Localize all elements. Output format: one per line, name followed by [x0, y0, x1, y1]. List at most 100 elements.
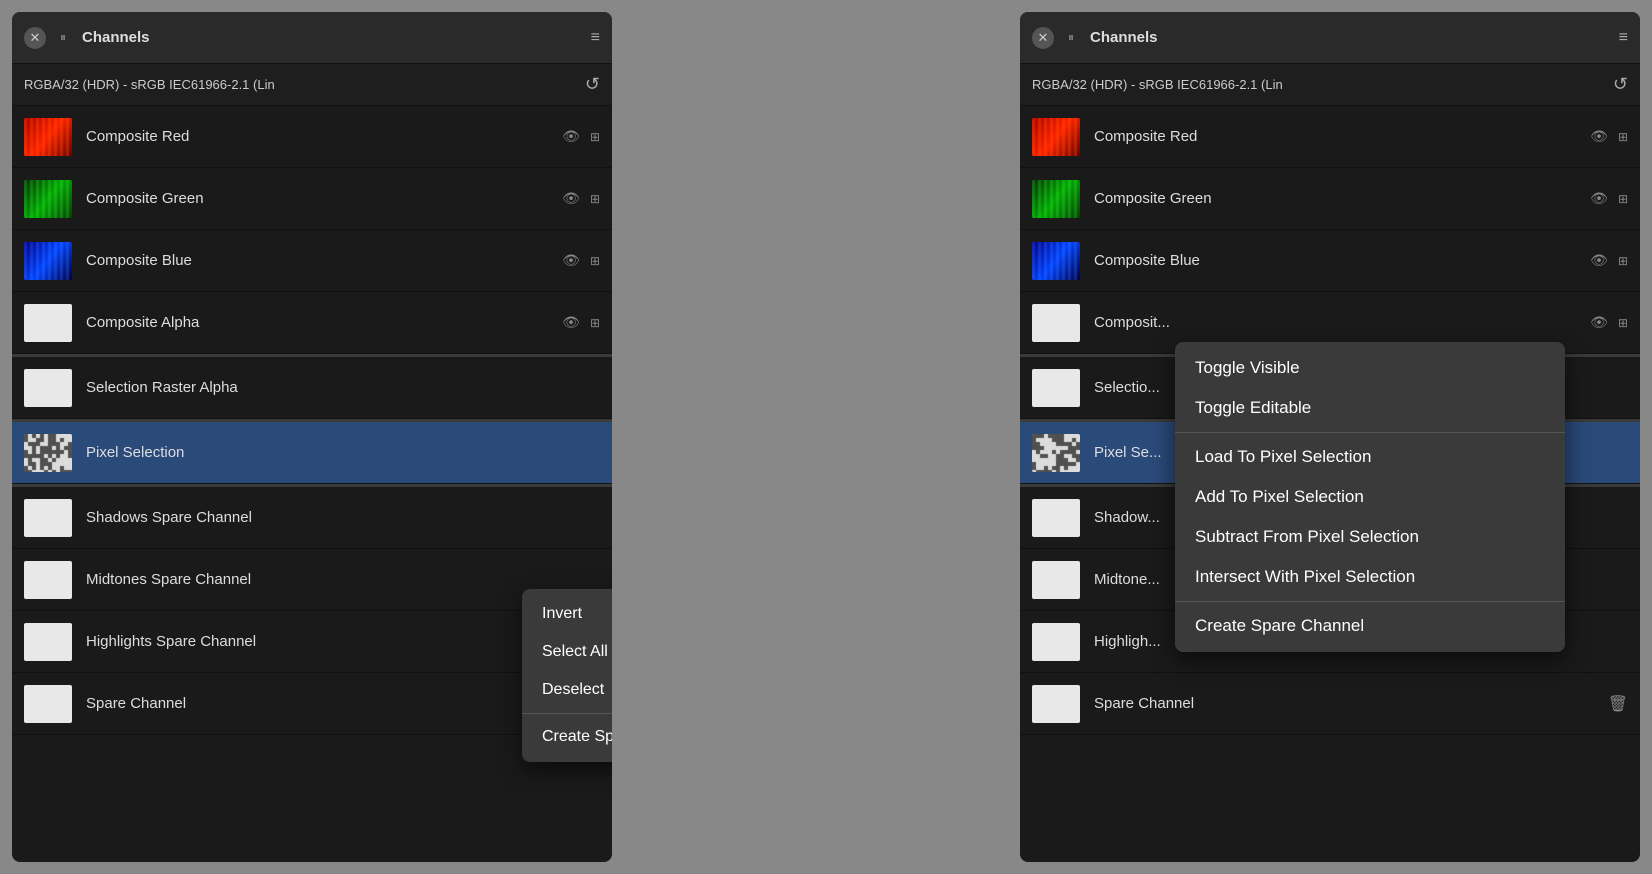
- context-menu-item-create-spare-1[interactable]: Create Spare Channel: [522, 718, 612, 756]
- channel-name-spare-2: Spare Channel: [1094, 695, 1608, 712]
- channel-thumb-red-2: [1032, 118, 1080, 156]
- panel-2-colormode-text: RGBA/32 (HDR) - sRGB IEC61966-2.1 (Lin: [1032, 77, 1613, 92]
- context-menu-item-load-pixel[interactable]: Load To Pixel Selection: [1175, 437, 1565, 477]
- context-menu-item-invert[interactable]: Invert: [522, 595, 612, 633]
- channel-thumb-shadows-2: [1032, 499, 1080, 537]
- sliders-icon-blue-2[interactable]: ⊞: [1618, 254, 1628, 268]
- sliders-icon-red-2[interactable]: ⊞: [1618, 130, 1628, 144]
- channel-icons-alpha-2: 👁 ⊞: [1590, 314, 1628, 331]
- channel-thumb-green-2: [1032, 180, 1080, 218]
- channel-thumb-highlights-2: [1032, 623, 1080, 661]
- channel-thumb-midtones-2: [1032, 561, 1080, 599]
- sliders-icon-red-1[interactable]: ⊞: [590, 130, 600, 144]
- eye-icon-green-2[interactable]: 👁: [1590, 190, 1608, 207]
- sliders-icon-green-2[interactable]: ⊞: [1618, 192, 1628, 206]
- close-icon-1: ✕: [30, 30, 41, 46]
- channel-thumb-highlights-1: [24, 623, 72, 661]
- panel-1-menu-button[interactable]: ≡: [591, 29, 600, 47]
- context-menu-item-toggle-editable[interactable]: Toggle Editable: [1175, 388, 1565, 428]
- channel-item-composite-red-2[interactable]: Composite Red 👁 ⊞: [1020, 106, 1640, 168]
- channel-item-composite-green-1[interactable]: Composite Green 👁 ⊞: [12, 168, 612, 230]
- spacer: [632, 12, 1000, 862]
- channel-name-midtones-1: Midtones Spare Channel: [86, 571, 600, 588]
- panel-2-reset-button[interactable]: ↺: [1613, 74, 1628, 95]
- channel-thumb-selection-raster-1: [24, 369, 72, 407]
- channel-name-shadows-1: Shadows Spare Channel: [86, 509, 600, 526]
- channel-thumb-pixel-1: [24, 434, 72, 472]
- eye-icon-alpha-1[interactable]: 👁: [562, 314, 580, 331]
- eye-icon-alpha-2[interactable]: 👁: [1590, 314, 1608, 331]
- channel-icons-red-2: 👁 ⊞: [1590, 128, 1628, 145]
- eye-icon-red-1[interactable]: 👁: [562, 128, 580, 145]
- channel-icons-green-1: 👁 ⊞: [562, 190, 600, 207]
- channel-name-alpha-1: Composite Alpha: [86, 314, 562, 331]
- pause-button-2[interactable]: ⏸: [1062, 29, 1080, 47]
- panel-1-reset-button[interactable]: ↺: [585, 74, 600, 95]
- sliders-icon-blue-1[interactable]: ⊞: [590, 254, 600, 268]
- channel-item-composite-red-1[interactable]: Composite Red 👁 ⊞: [12, 106, 612, 168]
- eye-icon-blue-2[interactable]: 👁: [1590, 252, 1608, 269]
- panel-2: ✕ ⏸ Channels ≡ RGBA/32 (HDR) - sRGB IEC6…: [1020, 12, 1640, 862]
- context-menu-item-create-spare-2[interactable]: Create Spare Channel: [1175, 606, 1565, 646]
- context-menu-item-subtract-pixel[interactable]: Subtract From Pixel Selection: [1175, 517, 1565, 557]
- channel-icons-green-2: 👁 ⊞: [1590, 190, 1628, 207]
- close-button-2[interactable]: ✕: [1032, 27, 1054, 49]
- channel-icons-blue-1: 👁 ⊞: [562, 252, 600, 269]
- channel-thumb-spare-2: [1032, 685, 1080, 723]
- panel-2-title: Channels: [1090, 29, 1619, 46]
- pause-icon-2: ⏸: [1068, 30, 1074, 45]
- pause-button-1[interactable]: ⏸: [54, 29, 72, 47]
- context-menu-2: Toggle Visible Toggle Editable Load To P…: [1175, 342, 1565, 652]
- sliders-icon-green-1[interactable]: ⊞: [590, 192, 600, 206]
- eye-icon-green-1[interactable]: 👁: [562, 190, 580, 207]
- channel-thumb-blue-1: [24, 242, 72, 280]
- channel-name-blue-1: Composite Blue: [86, 252, 562, 269]
- channel-icons-blue-2: 👁 ⊞: [1590, 252, 1628, 269]
- sliders-icon-alpha-1[interactable]: ⊞: [590, 316, 600, 330]
- eye-icon-red-2[interactable]: 👁: [1590, 128, 1608, 145]
- channel-thumb-alpha-2: [1032, 304, 1080, 342]
- channel-thumb-alpha-1: [24, 304, 72, 342]
- delete-button-spare-2[interactable]: 🗑: [1608, 694, 1628, 714]
- channel-name-pixel-1: Pixel Selection: [86, 444, 600, 461]
- channel-icons-alpha-1: 👁 ⊞: [562, 314, 600, 331]
- panel-1-colormode-bar: RGBA/32 (HDR) - sRGB IEC61966-2.1 (Lin ↺: [12, 64, 612, 106]
- panel-2-menu-button[interactable]: ≡: [1619, 29, 1628, 47]
- channel-thumb-spare-1: [24, 685, 72, 723]
- context-menu-divider-1: [522, 713, 612, 714]
- channel-name-green-1: Composite Green: [86, 190, 562, 207]
- channel-name-red-2: Composite Red: [1094, 128, 1590, 145]
- channel-item-composite-blue-2[interactable]: Composite Blue 👁 ⊞: [1020, 230, 1640, 292]
- channel-thumb-shadows-1: [24, 499, 72, 537]
- channel-item-shadows-1[interactable]: Shadows Spare Channel: [12, 487, 612, 549]
- context-menu-divider-2b: [1175, 601, 1565, 602]
- channel-name-blue-2: Composite Blue: [1094, 252, 1590, 269]
- channel-item-composite-green-2[interactable]: Composite Green 👁 ⊞: [1020, 168, 1640, 230]
- pause-icon-1: ⏸: [60, 30, 66, 45]
- context-menu-item-intersect-pixel[interactable]: Intersect With Pixel Selection: [1175, 557, 1565, 597]
- channel-thumb-pixel-2: [1032, 434, 1080, 472]
- sliders-icon-alpha-2[interactable]: ⊞: [1618, 316, 1628, 330]
- channel-icons-red-1: 👁 ⊞: [562, 128, 600, 145]
- channel-thumb-blue-2: [1032, 242, 1080, 280]
- context-menu-item-deselect[interactable]: Deselect: [522, 671, 612, 709]
- close-button-1[interactable]: ✕: [24, 27, 46, 49]
- panel-1: ✕ ⏸ Channels ≡ RGBA/32 (HDR) - sRGB IEC6…: [12, 12, 612, 862]
- context-menu-item-toggle-visible[interactable]: Toggle Visible: [1175, 348, 1565, 388]
- channel-thumb-red-1: [24, 118, 72, 156]
- channel-item-pixel-selection-1[interactable]: Pixel Selection: [12, 422, 612, 484]
- close-icon-2: ✕: [1038, 30, 1049, 46]
- panel-1-title: Channels: [82, 29, 591, 46]
- context-menu-1: Invert Select All Deselect Create Spare …: [522, 589, 612, 762]
- channel-item-spare-2[interactable]: Spare Channel 🗑: [1020, 673, 1640, 735]
- channel-item-composite-alpha-1[interactable]: Composite Alpha 👁 ⊞: [12, 292, 612, 354]
- eye-icon-blue-1[interactable]: 👁: [562, 252, 580, 269]
- channel-thumb-midtones-1: [24, 561, 72, 599]
- context-menu-item-add-pixel[interactable]: Add To Pixel Selection: [1175, 477, 1565, 517]
- panel-2-header: ✕ ⏸ Channels ≡: [1020, 12, 1640, 64]
- channel-item-composite-blue-1[interactable]: Composite Blue 👁 ⊞: [12, 230, 612, 292]
- channel-item-selection-raster-1[interactable]: Selection Raster Alpha: [12, 357, 612, 419]
- channel-name-spare-1: Spare Channel: [86, 695, 580, 712]
- context-menu-item-selectall[interactable]: Select All: [522, 633, 612, 671]
- channel-name-alpha-2: Composit...: [1094, 314, 1590, 331]
